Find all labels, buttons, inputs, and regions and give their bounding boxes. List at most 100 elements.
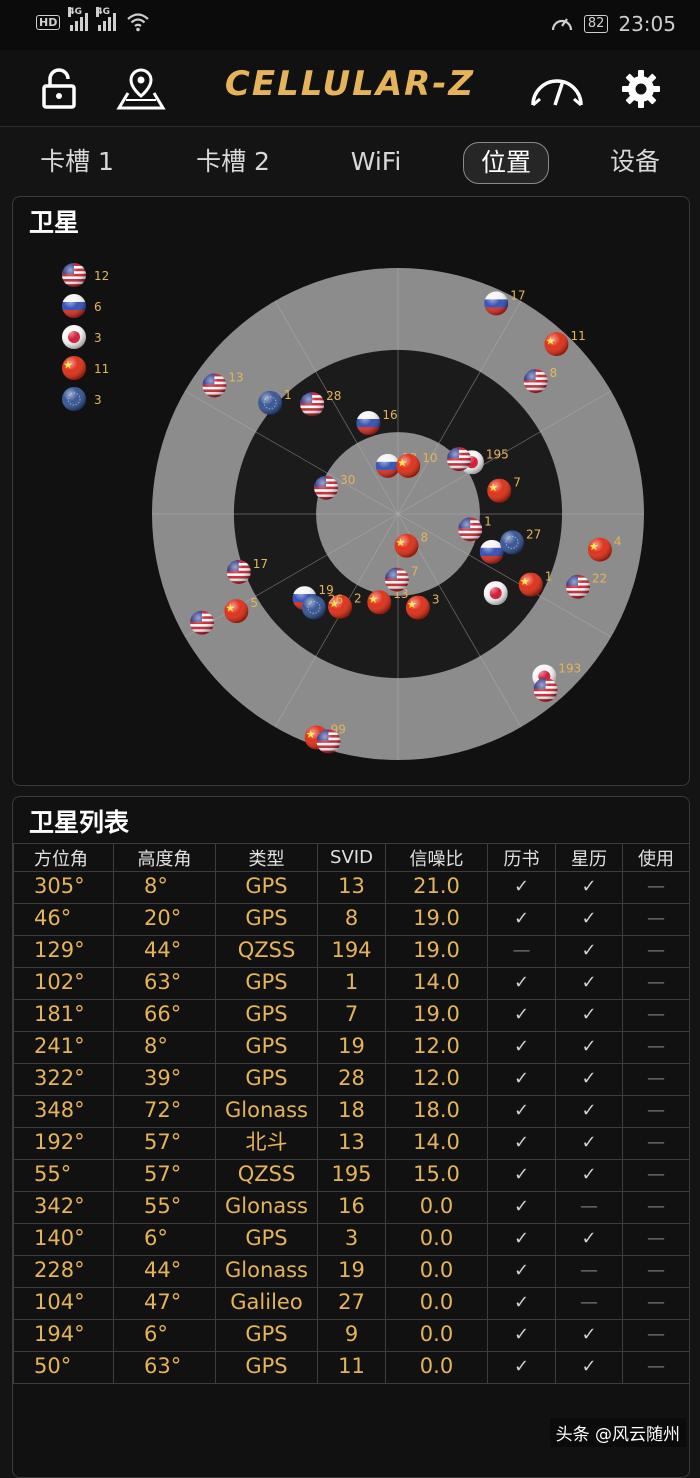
table-cell: Galileo: [215, 1287, 318, 1320]
tab-slot-2[interactable]: 卡槽 2: [178, 142, 288, 182]
flag-ru-icon: [484, 291, 509, 316]
table-cell: ✓: [487, 1287, 556, 1320]
tab-bar: 卡槽 1 卡槽 2 WiFi 位置 设备: [0, 130, 700, 194]
table-cell: 12.0: [385, 1031, 488, 1064]
table-cell: 19.0: [385, 903, 488, 936]
satellite-label: 3: [432, 593, 440, 607]
col-azimuth: 方位角: [13, 843, 114, 872]
table-cell: —: [622, 999, 689, 1032]
legend: 12 6 3 11 3: [62, 263, 109, 411]
table-row: 241° 8° GPS 19 12.0 ✓ ✓ —: [13, 1031, 689, 1064]
table-cell: 46°: [13, 903, 114, 936]
table-cell: 194°: [13, 1319, 114, 1352]
flag-eu-icon: [62, 387, 86, 411]
table-row: 102° 63° GPS 1 14.0 ✓ ✓ —: [13, 967, 689, 1000]
table-cell: 20°: [113, 903, 216, 936]
watermark: 头条 @风云随州: [549, 1418, 686, 1447]
flag-us-icon: [523, 369, 548, 394]
table-cell: 8°: [113, 1031, 216, 1064]
table-cell: ✓: [487, 903, 556, 936]
tab-wifi[interactable]: WiFi: [330, 142, 422, 182]
table-cell: 63°: [113, 1351, 216, 1384]
table-cell: Glonass: [215, 1191, 318, 1224]
settings-button[interactable]: [616, 64, 666, 114]
table-row: 228° 44° Glonass 19 0.0 ✓ — —: [13, 1255, 689, 1288]
col-almanac: 历书: [487, 843, 556, 872]
satellite-marker: [316, 729, 341, 754]
legend-count: 3: [94, 331, 102, 345]
table-cell: 16: [317, 1191, 386, 1224]
table-cell: ✓: [487, 1223, 556, 1256]
speedometer-button[interactable]: [528, 64, 586, 114]
flag-cn-icon: [587, 537, 612, 562]
flag-us-icon: [300, 392, 325, 417]
table-cell: 0.0: [385, 1191, 488, 1224]
satellite-label: 7: [411, 565, 419, 579]
table-cell: ✓: [555, 1159, 623, 1192]
lock-button[interactable]: [34, 64, 84, 114]
tab-device[interactable]: 设备: [592, 142, 678, 182]
table-cell: 13: [317, 871, 386, 904]
table-cell: 39°: [113, 1063, 216, 1096]
table-cell: Glonass: [215, 1095, 318, 1128]
table-row: 140° 6° GPS 3 0.0 ✓ ✓ —: [13, 1223, 689, 1256]
table-cell: ✓: [487, 1319, 556, 1352]
table-cell: 14.0: [385, 967, 488, 1000]
table-cell: 6°: [113, 1223, 216, 1256]
status-bar-left: HD 4G 4G: [36, 7, 150, 32]
tab-slot-1[interactable]: 卡槽 1: [22, 142, 132, 182]
table-cell: 228°: [13, 1255, 114, 1288]
table-cell: 55°: [13, 1159, 114, 1192]
table-cell: 11: [317, 1351, 386, 1384]
table-cell: ✓: [487, 1127, 556, 1160]
flag-us-icon: [62, 263, 86, 287]
table-cell: —: [555, 1287, 623, 1320]
table-cell: ✓: [487, 1159, 556, 1192]
table-cell: —: [622, 871, 689, 904]
table-cell: GPS: [215, 903, 318, 936]
table-cell: 13: [317, 1127, 386, 1160]
table-row: 305° 8° GPS 13 21.0 ✓ ✓ —: [13, 871, 689, 904]
table-cell: ✓: [555, 1063, 623, 1096]
satellite-label: 27: [526, 527, 541, 541]
status-bar-right: 82 23:05: [550, 12, 676, 36]
legend-count: 6: [94, 300, 102, 314]
flag-cn-icon: [518, 572, 543, 597]
table-cell: 14.0: [385, 1127, 488, 1160]
flag-cn-icon: [62, 356, 86, 380]
table-cell: 0.0: [385, 1255, 488, 1288]
table-row: 46° 20° GPS 8 19.0 ✓ ✓ —: [13, 903, 689, 936]
table-cell: 0.0: [385, 1319, 488, 1352]
table-cell: 28: [317, 1063, 386, 1096]
table-cell: 1: [317, 967, 386, 1000]
table-cell: QZSS: [215, 1159, 318, 1192]
status-bar: HD 4G 4G 82 23:05: [0, 0, 700, 50]
table-cell: 8°: [113, 871, 216, 904]
satellite-label: 8: [420, 531, 428, 545]
col-type: 类型: [215, 843, 318, 872]
table-cell: ✓: [487, 967, 556, 1000]
satellite-marker: [533, 677, 558, 702]
satellite-marker: [483, 581, 508, 606]
table-cell: 50°: [13, 1351, 114, 1384]
table-cell: 140°: [13, 1223, 114, 1256]
flag-us-icon: [446, 447, 471, 472]
table-cell: ✓: [487, 999, 556, 1032]
flag-us-icon: [533, 677, 558, 702]
flag-us-icon: [458, 517, 483, 542]
table-cell: —: [622, 903, 689, 936]
tab-location[interactable]: 位置: [463, 142, 549, 184]
table-row: 342° 55° Glonass 16 0.0 ✓ — —: [13, 1191, 689, 1224]
app-title: CELLULAR-Z: [224, 64, 476, 104]
table-cell: GPS: [215, 1223, 318, 1256]
satellite-label: 8: [550, 366, 558, 380]
table-cell: 44°: [113, 935, 216, 968]
table-cell: —: [622, 1031, 689, 1064]
flag-cn-icon: [224, 599, 249, 624]
flag-eu-icon: [301, 595, 326, 620]
satellite-label: 11: [570, 329, 585, 343]
flag-us-icon: [226, 559, 251, 584]
flag-cn-icon: [396, 453, 421, 478]
hd-badge: HD: [36, 14, 61, 30]
map-button[interactable]: [116, 64, 166, 114]
